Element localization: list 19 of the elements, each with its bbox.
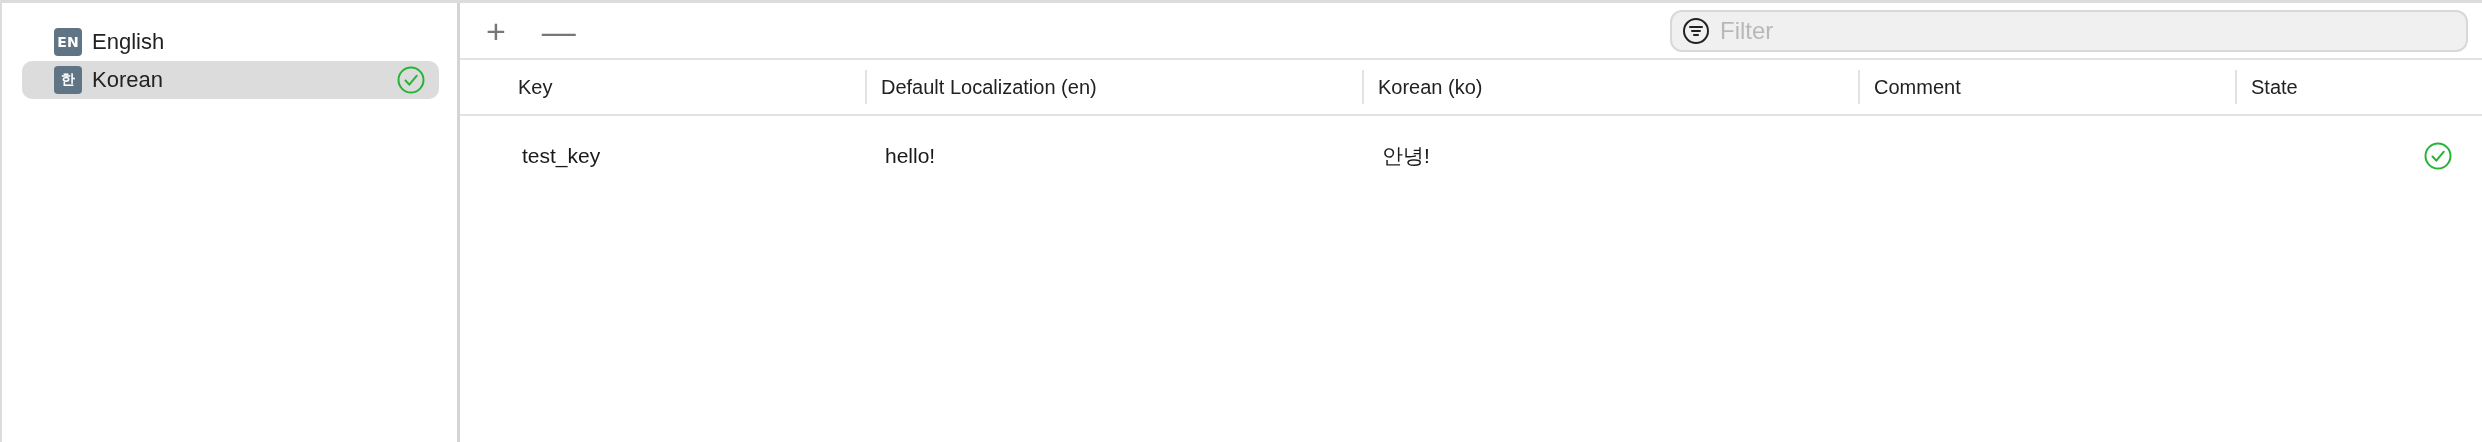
language-name: Korean [92, 67, 164, 93]
language-badge: EN [54, 28, 82, 56]
table-cell: test_key [522, 144, 601, 168]
column-header[interactable]: Comment [1858, 70, 2235, 104]
language-name: English [92, 29, 166, 55]
language-item[interactable]: EN English [22, 23, 439, 61]
filter-field[interactable]: Filter [1670, 9, 2468, 52]
remove-button[interactable]: — [537, 13, 580, 48]
language-item[interactable]: 한 Korean [22, 61, 439, 99]
column-header[interactable]: Key [460, 70, 865, 104]
language-badge: 한 [54, 66, 82, 94]
filter-input[interactable]: Filter [1718, 15, 2456, 46]
filter-icon [1682, 16, 1710, 45]
column-header[interactable]: State [2235, 70, 2482, 104]
column-header[interactable]: Korean (ko) [1362, 70, 1858, 104]
table-cell-text: 안녕! [1382, 143, 1430, 169]
column-header[interactable]: Default Localization (en) [865, 70, 1362, 104]
add-button[interactable]: + [482, 13, 510, 48]
table-cell: hello! [885, 144, 936, 168]
